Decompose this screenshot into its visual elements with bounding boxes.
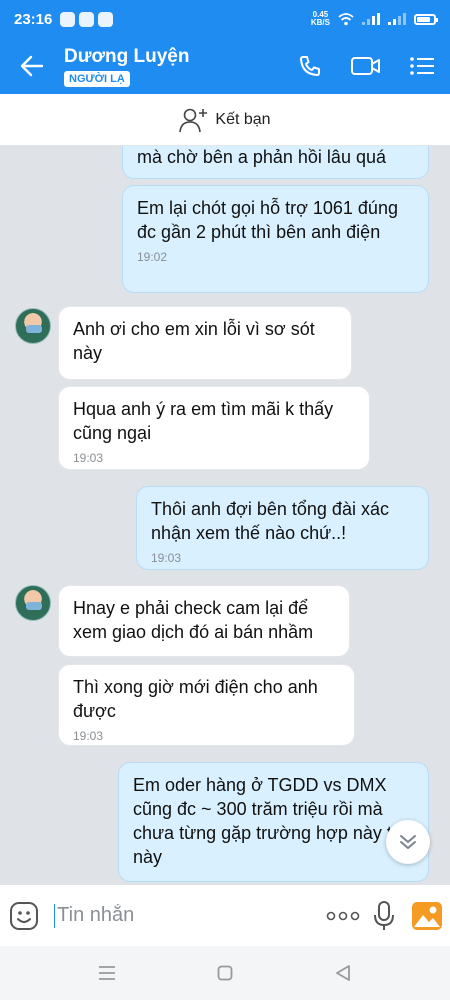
stranger-badge: NGƯỜI LẠ xyxy=(64,70,130,87)
message-text: Hqua anh ý ra em tìm mãi k thấy cũng ngạ… xyxy=(73,399,334,443)
voice-message-button[interactable] xyxy=(363,885,404,947)
message-bubble-incoming[interactable]: Hnay e phải check cam lại để xem giao dị… xyxy=(58,585,350,657)
recent-apps-button[interactable] xyxy=(92,958,122,988)
contact-avatar[interactable] xyxy=(15,308,51,344)
home-square-icon xyxy=(217,965,233,981)
status-bar: 23:16 0.45 KB/S xyxy=(0,0,450,38)
system-back-button[interactable] xyxy=(328,958,358,988)
message-bubble-incoming[interactable]: Hqua anh ý ra em tìm mãi k thấy cũng ngạ… xyxy=(58,386,370,470)
more-dots-icon xyxy=(326,911,359,920)
battery-level xyxy=(417,16,430,22)
double-chevron-down-icon xyxy=(400,835,416,849)
message-bubble-outgoing[interactable]: mà chờ bên a phản hồi lâu quá xyxy=(122,146,429,179)
message-input[interactable] xyxy=(55,895,323,936)
message-text: mà chờ bên a phản hồi lâu quá xyxy=(137,147,386,167)
back-triangle-icon xyxy=(336,965,350,981)
game-controller-icon xyxy=(79,11,95,27)
message-bubble-outgoing[interactable]: Em oder hàng ở TGDD vs DMX cũng đc ~ 300… xyxy=(118,762,429,882)
menu-icon xyxy=(410,57,434,75)
scroll-to-bottom-button[interactable] xyxy=(386,820,430,864)
system-navigation-bar xyxy=(0,946,450,1000)
message-text: Hnay e phải check cam lại để xem giao dị… xyxy=(73,598,314,642)
message-time: 19:02 xyxy=(137,250,168,264)
battery-icon xyxy=(414,13,438,25)
microphone-icon xyxy=(373,900,394,930)
network-speed-unit: KB/S xyxy=(310,18,330,27)
message-text: Em lại chót gọi hỗ trợ 1061 đúng đc gần … xyxy=(137,198,398,242)
message-time: 19:03 xyxy=(73,729,104,743)
wifi-icon xyxy=(338,12,354,25)
status-time: 23:16 xyxy=(14,10,53,28)
menu-lines-icon xyxy=(99,966,115,980)
sticker-button[interactable] xyxy=(0,885,48,947)
message-text: Thì xong giờ mới điện cho anh được xyxy=(73,677,318,721)
contact-avatar[interactable] xyxy=(15,585,51,621)
back-button[interactable] xyxy=(0,38,64,94)
image-gallery-icon xyxy=(412,901,443,930)
send-photo-button[interactable] xyxy=(404,885,450,947)
network-speed: 0.45 KB/S xyxy=(311,11,330,27)
message-bubble-outgoing[interactable]: Thôi anh đợi bên tổng đài xác nhận xem t… xyxy=(136,486,429,570)
message-input-bar xyxy=(0,884,450,946)
video-call-button[interactable] xyxy=(338,38,394,94)
add-friend-icon xyxy=(179,108,208,132)
message-text: Em oder hàng ở TGDD vs DMX cũng đc ~ 300… xyxy=(133,775,412,867)
phone-icon xyxy=(300,56,320,76)
zalo-notification-icon xyxy=(98,11,114,27)
emoji-icon xyxy=(9,901,38,930)
video-call-icon xyxy=(351,57,380,75)
message-text: Anh ơi cho em xin lỗi vì sơ sót này xyxy=(73,319,315,363)
home-button[interactable] xyxy=(210,958,240,988)
signal-2-icon xyxy=(388,13,406,25)
voice-call-button[interactable] xyxy=(282,38,338,94)
message-bubble-incoming[interactable]: Anh ơi cho em xin lỗi vì sơ sót này xyxy=(58,306,352,380)
message-bubble-incoming[interactable]: Thì xong giờ mới điện cho anh được 19:03 xyxy=(58,664,355,746)
chat-header: Dương Luyện NGƯỜI LẠ xyxy=(0,38,450,94)
chat-area[interactable]: mà chờ bên a phản hồi lâu quá Em lại chó… xyxy=(0,146,450,884)
message-time: 19:03 xyxy=(73,451,104,465)
chat-menu-button[interactable] xyxy=(394,38,450,94)
signal-1-icon xyxy=(362,13,380,25)
add-friend-label: Kết bạn xyxy=(215,110,271,128)
more-options-button[interactable] xyxy=(322,885,363,947)
message-text: Thôi anh đợi bên tổng đài xác nhận xem t… xyxy=(151,499,389,543)
messenger-icon xyxy=(60,11,76,27)
add-friend-button[interactable]: Kết bạn xyxy=(0,94,450,146)
back-arrow-icon xyxy=(20,55,44,77)
contact-info[interactable]: Dương Luyện NGƯỜI LẠ xyxy=(64,46,282,87)
message-time: 19:03 xyxy=(151,551,182,565)
contact-name: Dương Luyện xyxy=(64,45,190,67)
message-bubble-outgoing[interactable]: Em lại chót gọi hỗ trợ 1061 đúng đc gần … xyxy=(122,185,429,293)
